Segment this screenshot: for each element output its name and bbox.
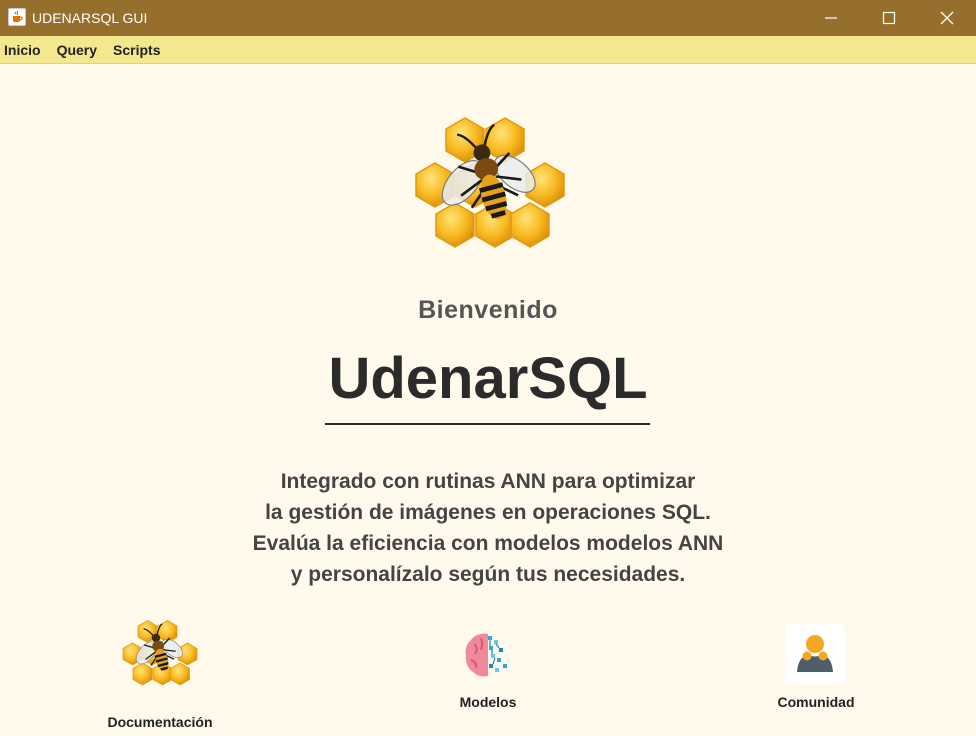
documentation-label[interactable]: Documentación: [60, 714, 260, 730]
community-label[interactable]: Comunidad: [716, 694, 916, 710]
close-button[interactable]: [918, 0, 976, 36]
welcome-heading: Bienvenido: [418, 296, 558, 324]
user-community-icon: [797, 635, 833, 672]
maximize-icon: [882, 11, 896, 25]
app-name-title: UdenarSQL: [328, 346, 648, 411]
maximize-button[interactable]: [860, 0, 918, 36]
description-line: Integrado con rutinas ANN para optimizar: [280, 470, 696, 493]
community-icon-box[interactable]: [785, 624, 845, 684]
minimize-button[interactable]: [802, 0, 860, 36]
window-title: UDENARSQL GUI: [32, 10, 148, 26]
description-line: Evalúa la eficiencia con modelos modelos…: [252, 532, 724, 555]
menu-bar: Inicio Query Scripts: [0, 36, 976, 64]
minimize-icon: [825, 17, 837, 19]
menu-inicio[interactable]: Inicio: [0, 36, 49, 64]
description-text: Integrado con rutinas ANN para optimizar…: [0, 466, 976, 590]
close-icon: [940, 11, 954, 25]
models-label[interactable]: Modelos: [388, 694, 588, 710]
title-underline: [325, 423, 650, 425]
java-cup-icon: [8, 8, 26, 26]
bee-honeycomb-logo: [415, 105, 565, 248]
title-bar: UDENARSQL GUI: [0, 0, 976, 36]
description-line: y personalízalo según tus necesidades.: [290, 563, 686, 586]
bee-honeycomb-icon[interactable]: [116, 614, 204, 694]
brain-circuit-icon[interactable]: [461, 628, 515, 682]
menu-query[interactable]: Query: [53, 36, 105, 64]
description-line: la gestión de imágenes en operaciones SQ…: [265, 501, 711, 524]
menu-scripts[interactable]: Scripts: [109, 36, 168, 64]
